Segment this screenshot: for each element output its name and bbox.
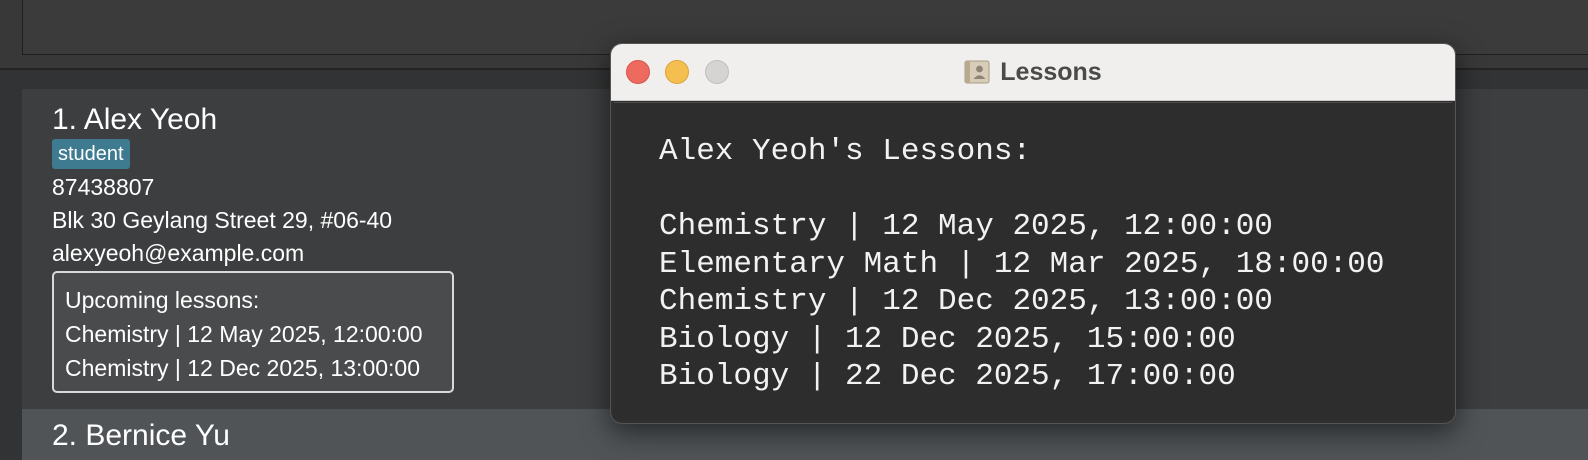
lessons-heading: Alex Yeoh's Lessons: (659, 134, 1032, 169)
window-titlebar[interactable]: Lessons (611, 44, 1455, 101)
lesson-line: Biology | 12 Dec 2025, 15:00:00 (659, 321, 1236, 357)
lesson-line: Chemistry | 12 May 2025, 12:00:00 (659, 209, 1273, 244)
lesson-line: Chemistry | 12 Dec 2025, 13:00:00 (659, 284, 1273, 319)
person-address: Blk 30 Geylang Street 29, #06-40 (52, 207, 393, 233)
window-title: Lessons (1000, 57, 1102, 86)
upcoming-lessons-title: Upcoming lessons: (65, 287, 260, 313)
tag-badge: student (52, 139, 130, 169)
upcoming-lessons-box: Upcoming lessons: Chemistry | 12 May 202… (52, 271, 454, 393)
address-book-icon (964, 60, 990, 84)
upcoming-lesson-item: Chemistry | 12 Dec 2025, 13:00:00 (65, 355, 421, 381)
lesson-line: Elementary Math | 12 Mar 2025, 18:00:00 (659, 246, 1385, 282)
person-email: alexyeoh@example.com (52, 240, 305, 266)
person-phone: 87438807 (52, 174, 155, 200)
lessons-window: Lessons Alex Yeoh's Lessons: Chemistry |… (610, 43, 1456, 424)
upcoming-lesson-item: Chemistry | 12 May 2025, 12:00:00 (65, 321, 423, 347)
lesson-line: Biology | 22 Dec 2025, 17:00:00 (659, 359, 1236, 394)
address-book-app: 1. Alex Yeoh student 87438807 Blk 30 Gey… (0, 0, 1588, 460)
lessons-text-area[interactable]: Alex Yeoh's Lessons: Chemistry | 12 May … (614, 102, 1452, 420)
person-name: 1. Alex Yeoh (52, 103, 218, 136)
person-name: 2. Bernice Yu (52, 419, 230, 452)
